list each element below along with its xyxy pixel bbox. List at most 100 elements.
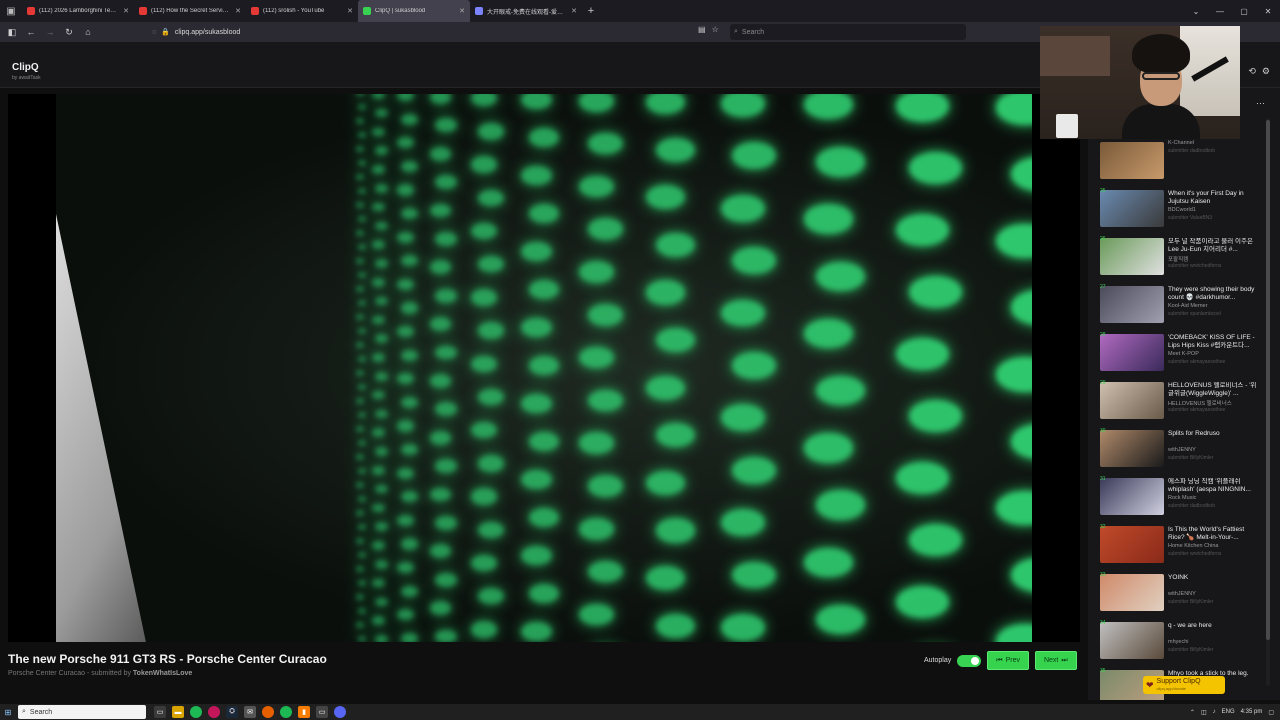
queue-item[interactable]: 30 Splits for Redruso withJENNY submitter B… (1098, 428, 1258, 470)
queue-title[interactable]: q - we are here (1168, 622, 1260, 630)
close-tab-icon[interactable]: ✕ (347, 7, 353, 15)
browser-tab[interactable]: (112) 2026 Lamborghini Temer... ✕ (22, 0, 134, 22)
video-player[interactable] (8, 94, 1080, 642)
led-dot (358, 300, 366, 306)
tray-chevron-icon[interactable]: ⌃ (1190, 709, 1195, 716)
spotify-icon[interactable] (190, 706, 202, 718)
queue-thumbnail[interactable] (1100, 478, 1164, 515)
new-tab-icon[interactable]: + (582, 5, 600, 17)
clock[interactable]: 4:35 pm (1241, 709, 1263, 715)
led-dot (471, 554, 498, 572)
queue-thumbnail[interactable] (1100, 526, 1164, 563)
queue-item[interactable]: 26 모두 널 작품이라고 불러 이주은Lee Ju-Eun 치어리더 #... 포… (1098, 236, 1258, 278)
minimize-icon[interactable]: — (1208, 7, 1232, 16)
browser-tab[interactable]: (112) srolish - YouTube ✕ (246, 0, 358, 22)
prev-button[interactable]: ⏮ Prev (987, 651, 1029, 670)
spotify-icon[interactable] (280, 706, 292, 718)
queue-item[interactable]: 31 에스파 닝닝 직캠 '위플래쉬 whiplash' (aespa NINGN… (1098, 476, 1258, 518)
queue-title[interactable]: Splits for Redruso (1168, 430, 1260, 438)
app-icon[interactable]: ▭ (316, 706, 328, 718)
led-dot (401, 349, 419, 361)
reader-view-icon[interactable]: ▤ (698, 25, 706, 34)
browser-tab-active[interactable]: ClipQ | sukasblood ✕ (358, 0, 470, 22)
led-dot (731, 142, 776, 170)
queue-thumbnail[interactable] (1100, 622, 1164, 659)
address-bar[interactable]: ◌ 🔒 clipq.app/sukasblood (152, 25, 724, 39)
queue-item[interactable]: 34 q - we are here mhyechi submitter BillyK… (1098, 620, 1258, 662)
next-button[interactable]: Next ⏭ (1034, 651, 1077, 670)
tab-list-icon[interactable]: ▣ (0, 0, 22, 22)
tab-overflow-icon[interactable]: ⌄ (1184, 7, 1208, 16)
led-dot (435, 459, 457, 473)
queue-title[interactable]: Is This the World's Fattiest Rice? 🍗 Mel… (1168, 526, 1260, 542)
led-dot (429, 487, 452, 502)
queue-title[interactable]: HELLOVENUS 헬로비너스 - '위글위글(WiggleWiggle)' … (1168, 382, 1260, 398)
autoplay-toggle[interactable] (957, 654, 982, 667)
bookmark-star-icon[interactable]: ☆ (712, 25, 719, 34)
discord-icon[interactable] (334, 706, 346, 718)
queue-channel: Kool-Aid Memer (1168, 303, 1208, 309)
video-submitter[interactable]: TokenWhatIsLove (133, 670, 192, 677)
queue-thumbnail[interactable] (1100, 334, 1164, 371)
queue-item[interactable]: 25 When it's your First Day in Jujutsu Ka… (1098, 188, 1258, 230)
explorer-icon[interactable]: ▬ (172, 706, 184, 718)
queue-thumbnail[interactable] (1100, 190, 1164, 227)
queue-title[interactable]: YOINK (1168, 574, 1260, 582)
close-tab-icon[interactable]: ✕ (235, 7, 241, 15)
queue-thumbnail[interactable] (1100, 238, 1164, 275)
queue-title[interactable]: When it's your First Day in Jujutsu Kais… (1168, 190, 1260, 206)
queue-thumbnail[interactable] (1100, 382, 1164, 419)
volume-icon[interactable]: ♪ (1213, 709, 1216, 715)
led-dot (655, 518, 696, 543)
close-window-icon[interactable]: ✕ (1256, 7, 1280, 16)
led-dot (477, 521, 504, 538)
settings-sliders-icon[interactable]: ⚙ (1262, 66, 1270, 77)
video-channel[interactable]: Porsche Center Curacao (8, 670, 85, 677)
app-icon[interactable] (208, 706, 220, 718)
sidebar-toggle-icon[interactable]: ◧ (4, 24, 20, 40)
queue-title[interactable]: 모두 널 작품이라고 불러 이주은Lee Ju-Eun 치어리더 #... (1168, 238, 1260, 254)
task-view-icon[interactable]: ▭ (154, 706, 166, 718)
forward-arrow-icon[interactable]: → (42, 24, 58, 40)
app-logo[interactable]: ClipQ (12, 62, 39, 73)
queue-title[interactable]: 'COMEBACK' KISS OF LIFE - Lips Hips Kiss… (1168, 334, 1260, 350)
chat-icon[interactable]: ✉ (244, 706, 256, 718)
browser-search-input[interactable]: ⌕ Search (730, 24, 966, 40)
support-clipq-button[interactable]: ❤ Support ClipQ clipq.app/donate (1143, 676, 1225, 694)
queue-thumbnail[interactable] (1100, 286, 1164, 323)
queue-thumbnail[interactable] (1100, 430, 1164, 467)
queue-item[interactable]: 32 Is This the World's Fattiest Rice? 🍗 M… (1098, 524, 1258, 566)
taskbar-search-input[interactable]: ⌕ Search (18, 705, 146, 719)
queue-title[interactable]: 에스파 닝닝 직캠 '위플래쉬 whiplash' (aespa NINGNIN… (1168, 478, 1260, 494)
led-dot (579, 175, 615, 198)
queue-scrollbar-thumb[interactable] (1266, 120, 1270, 640)
obs-icon[interactable]: ▮ (298, 706, 310, 718)
more-options-icon[interactable]: ⋯ (1256, 98, 1265, 109)
back-arrow-icon[interactable]: ← (23, 24, 39, 40)
maximize-icon[interactable]: ▢ (1232, 7, 1256, 16)
notifications-icon[interactable]: ▢ (1268, 709, 1274, 716)
queue-item[interactable]: 28 'COMEBACK' KISS OF LIFE - Lips Hips Ki… (1098, 332, 1258, 374)
close-tab-icon[interactable]: ✕ (123, 7, 129, 15)
home-icon[interactable]: ⌂ (80, 24, 96, 40)
queue-item[interactable]: 33 YOINK withJENNY submitter BillyKimler (1098, 572, 1258, 614)
browser-tab[interactable]: (112) How the Secret Service A... ✕ (134, 0, 246, 22)
language-indicator[interactable]: ENG (1222, 709, 1235, 715)
browser-tab[interactable]: 大开眼戒-免费在线观看-爱壹帆 ✕ (470, 0, 582, 22)
firefox-icon[interactable] (262, 706, 274, 718)
queue-thumbnail[interactable] (1100, 142, 1164, 179)
history-icon[interactable]: ⟲ (1248, 66, 1256, 77)
steam-icon[interactable]: ⛭ (226, 706, 238, 718)
windows-start-icon[interactable]: ⊞ (0, 708, 16, 717)
queue-title[interactable]: They were showing their body count 💀 #da… (1168, 286, 1260, 302)
queue-item[interactable]: K-Channel submitter dadbodbob (1098, 140, 1258, 182)
queue-item[interactable]: 29 HELLOVENUS 헬로비너스 - '위글위글(WiggleWiggle)… (1098, 380, 1258, 422)
network-icon[interactable]: ◫ (1201, 709, 1207, 716)
close-tab-icon[interactable]: ✕ (459, 7, 465, 15)
led-dot (372, 466, 385, 475)
reload-icon[interactable]: ↻ (61, 24, 77, 40)
queue-item[interactable]: 27 They were showing their body count 💀 #… (1098, 284, 1258, 326)
led-dot (720, 404, 765, 432)
close-tab-icon[interactable]: ✕ (571, 7, 577, 15)
queue-thumbnail[interactable] (1100, 574, 1164, 611)
